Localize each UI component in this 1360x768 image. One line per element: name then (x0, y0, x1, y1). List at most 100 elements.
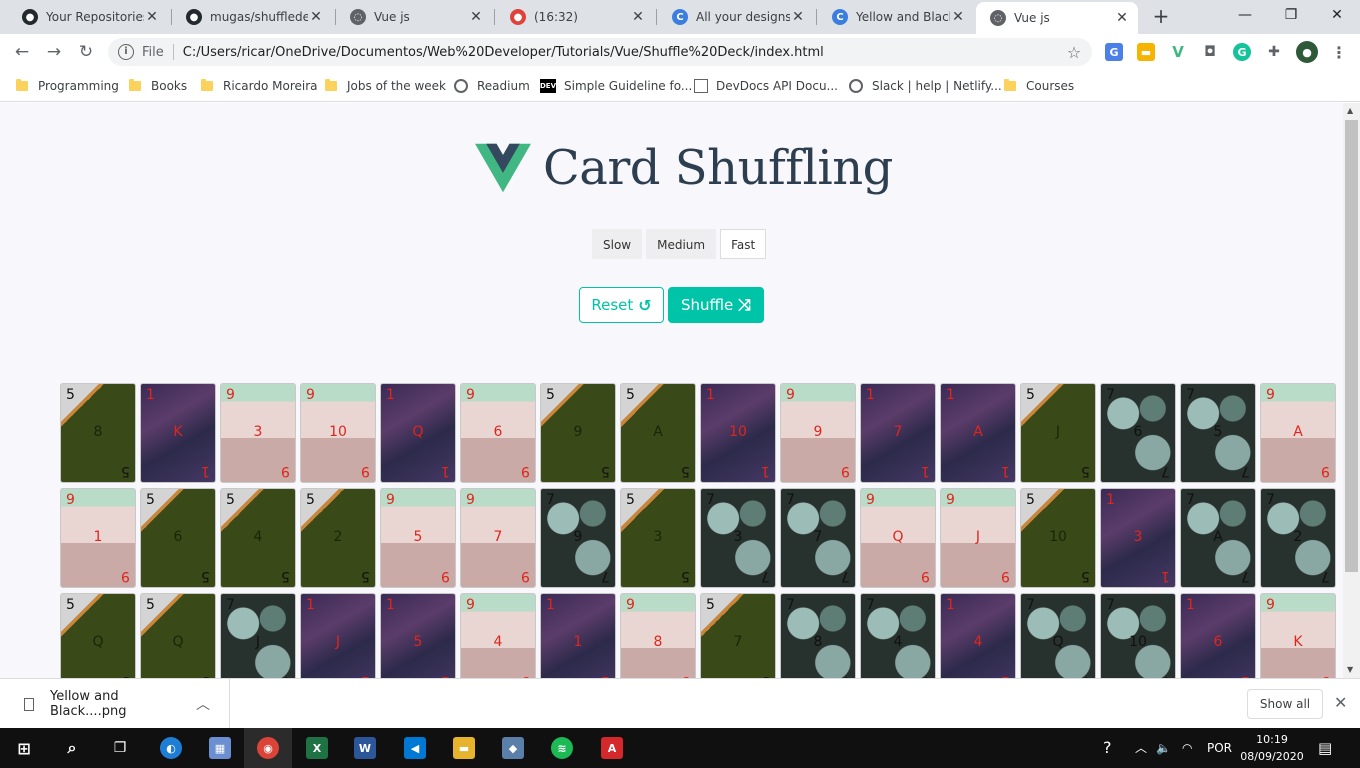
info-icon[interactable]: i (118, 44, 134, 60)
profile-avatar[interactable]: ● (1296, 41, 1318, 63)
card-corner-bottom: 5 (1081, 463, 1090, 479)
forward-button[interactable]: → (41, 39, 67, 65)
shuffle-button[interactable]: Shuffle ⤨ (668, 287, 764, 323)
bookmark-slack-netlify[interactable]: Slack | help | Netlify... (849, 76, 1002, 96)
chevron-up-icon[interactable]: ︿ (1135, 728, 1147, 768)
bookmark-readium[interactable]: Readium (454, 76, 530, 96)
bookmark-simple-guideline[interactable]: DEV Simple Guideline fo... (540, 76, 692, 96)
playing-card: 1 Q 1 (380, 383, 456, 483)
task-view-button[interactable]: ❐ (96, 728, 144, 768)
card-value: A (1213, 529, 1223, 545)
card-value: 6 (1213, 634, 1223, 650)
playing-card: 1J1 (300, 593, 376, 678)
close-icon[interactable]: ✕ (790, 9, 806, 25)
help-icon[interactable]: ? (1103, 728, 1112, 768)
taskbar-app-word[interactable]: W (341, 728, 389, 768)
folder-icon (1004, 79, 1016, 91)
card-corner-bottom: 1 (921, 463, 930, 479)
bookmark-programming[interactable]: Programming (16, 76, 119, 96)
taskbar-app-messenger[interactable]: ◐ (147, 728, 195, 768)
card-corner-top: 9 (786, 387, 795, 403)
window-close-button[interactable]: ✕ (1314, 0, 1360, 30)
card-corner-top: 7 (1186, 387, 1195, 403)
taskbar-app-spotify[interactable]: ≋ (538, 728, 586, 768)
spotify-icon: ≋ (551, 737, 573, 759)
download-item[interactable]: Yellow and Black....png ︿ (0, 679, 230, 729)
card-value: 8 (93, 424, 103, 440)
tab-shuffledeck[interactable]: ● mugas/shuffledeck ✕ (172, 0, 332, 34)
close-icon[interactable]: ✕ (950, 9, 966, 25)
tab-vue-js-1[interactable]: ◌ Vue js ✕ (336, 0, 492, 34)
tab-strip: ● Your Repositories ✕ ● mugas/shuffledec… (0, 0, 1360, 34)
chevron-up-icon[interactable]: ︿ (193, 694, 213, 714)
extensions-puzzle-icon[interactable]: ✚ (1265, 43, 1283, 61)
speed-slow-button[interactable]: Slow (592, 229, 643, 259)
card-value: Q (1052, 634, 1064, 650)
menu-kebab-icon[interactable]: ⋮ (1330, 43, 1348, 62)
tab-yellow-black[interactable]: C Yellow and Black C ✕ (818, 0, 974, 34)
taskbar-app-calculator[interactable]: ▦ (196, 728, 244, 768)
bookmark-star-icon[interactable]: ☆ (1064, 43, 1084, 62)
taskbar-app-explorer[interactable]: ▬ (440, 728, 488, 768)
close-icon[interactable]: ✕ (308, 9, 324, 25)
card-corner-bottom: 5 (681, 568, 690, 584)
bookmark-jobs[interactable]: Jobs of the week (325, 76, 446, 96)
playing-card: 989 (620, 593, 696, 678)
bookmark-courses[interactable]: Courses (1004, 76, 1074, 96)
reset-button[interactable]: Reset ↺ (579, 287, 664, 323)
volume-icon[interactable]: 🔈 (1156, 728, 1171, 768)
minimize-button[interactable]: — (1222, 0, 1268, 30)
scroll-up-arrow-icon[interactable]: ▲ (1347, 106, 1353, 115)
grammarly-icon[interactable]: G (1233, 43, 1251, 61)
close-icon[interactable]: ✕ (468, 9, 484, 25)
restore-button[interactable]: ❐ (1268, 0, 1314, 30)
system-clock[interactable]: 10:19 08/09/2020 (1237, 731, 1307, 765)
taskbar-app-acrobat[interactable]: A (588, 728, 636, 768)
slides-extension-icon[interactable]: ▬ (1137, 43, 1155, 61)
taskbar-app-notes[interactable]: ◆ (489, 728, 537, 768)
card-corner-top: 1 (946, 597, 955, 613)
language-indicator[interactable]: POR (1207, 728, 1232, 768)
close-icon[interactable]: ✕ (630, 9, 646, 25)
card-value: 1 (573, 634, 583, 650)
search-button[interactable]: ⌕ (48, 728, 96, 768)
card-corner-bottom: 5 (361, 568, 370, 584)
show-all-button[interactable]: Show all (1247, 689, 1323, 719)
tab-all-designs[interactable]: C All your designs - ✕ (658, 0, 814, 34)
taskbar-app-vscode[interactable]: ◀ (391, 728, 439, 768)
back-button[interactable]: ← (9, 39, 35, 65)
notifications-icon[interactable]: ▤ (1318, 728, 1332, 768)
bookmark-devdocs[interactable]: DevDocs API Docu... (694, 76, 838, 96)
wifi-icon[interactable]: ◠ (1182, 728, 1192, 768)
tab-timer[interactable]: ● (16:32) ✕ (496, 0, 654, 34)
scrollbar-thumb[interactable] (1345, 120, 1358, 572)
page-scrollbar[interactable]: ▲ ▼ (1343, 103, 1360, 678)
close-icon[interactable]: ✕ (144, 9, 160, 25)
bookmark-books[interactable]: Books (129, 76, 187, 96)
start-button[interactable]: ⊞ (0, 728, 48, 768)
folder-icon (129, 79, 141, 91)
taskbar-app-chrome[interactable]: ◉ (244, 728, 292, 768)
tab-vue-js-active[interactable]: ◌ Vue js ✕ (976, 2, 1138, 34)
new-tab-button[interactable]: + (1150, 5, 1172, 27)
card-value: 7 (893, 424, 903, 440)
bookmark-ricardo-moreira[interactable]: Ricardo Moreira (201, 76, 318, 96)
reload-button[interactable]: ↻ (73, 39, 99, 65)
card-corner-top: 5 (146, 597, 155, 613)
globe-icon (849, 79, 863, 93)
scroll-down-arrow-icon[interactable]: ▼ (1347, 665, 1353, 674)
bookmark-label: Ricardo Moreira (223, 79, 318, 93)
close-icon[interactable]: ✕ (1334, 693, 1347, 712)
url-text[interactable]: C:/Users/ricar/OneDrive/Documentos/Web%2… (183, 45, 1064, 60)
taskbar-app-excel[interactable]: X (293, 728, 341, 768)
card-corner-bottom: 9 (121, 568, 130, 584)
address-bar[interactable]: i File C:/Users/ricar/OneDrive/Documento… (108, 38, 1092, 66)
speed-fast-button[interactable]: Fast (720, 229, 767, 259)
vue-devtools-icon[interactable]: V (1169, 43, 1187, 61)
card-value: 10 (1049, 529, 1067, 545)
translate-extension-icon[interactable]: G (1105, 43, 1123, 61)
camera-extension-icon[interactable]: ◘ (1201, 43, 1219, 61)
close-icon[interactable]: ✕ (1114, 10, 1130, 26)
tab-your-repositories[interactable]: ● Your Repositories ✕ (8, 0, 168, 34)
speed-medium-button[interactable]: Medium (646, 229, 717, 259)
